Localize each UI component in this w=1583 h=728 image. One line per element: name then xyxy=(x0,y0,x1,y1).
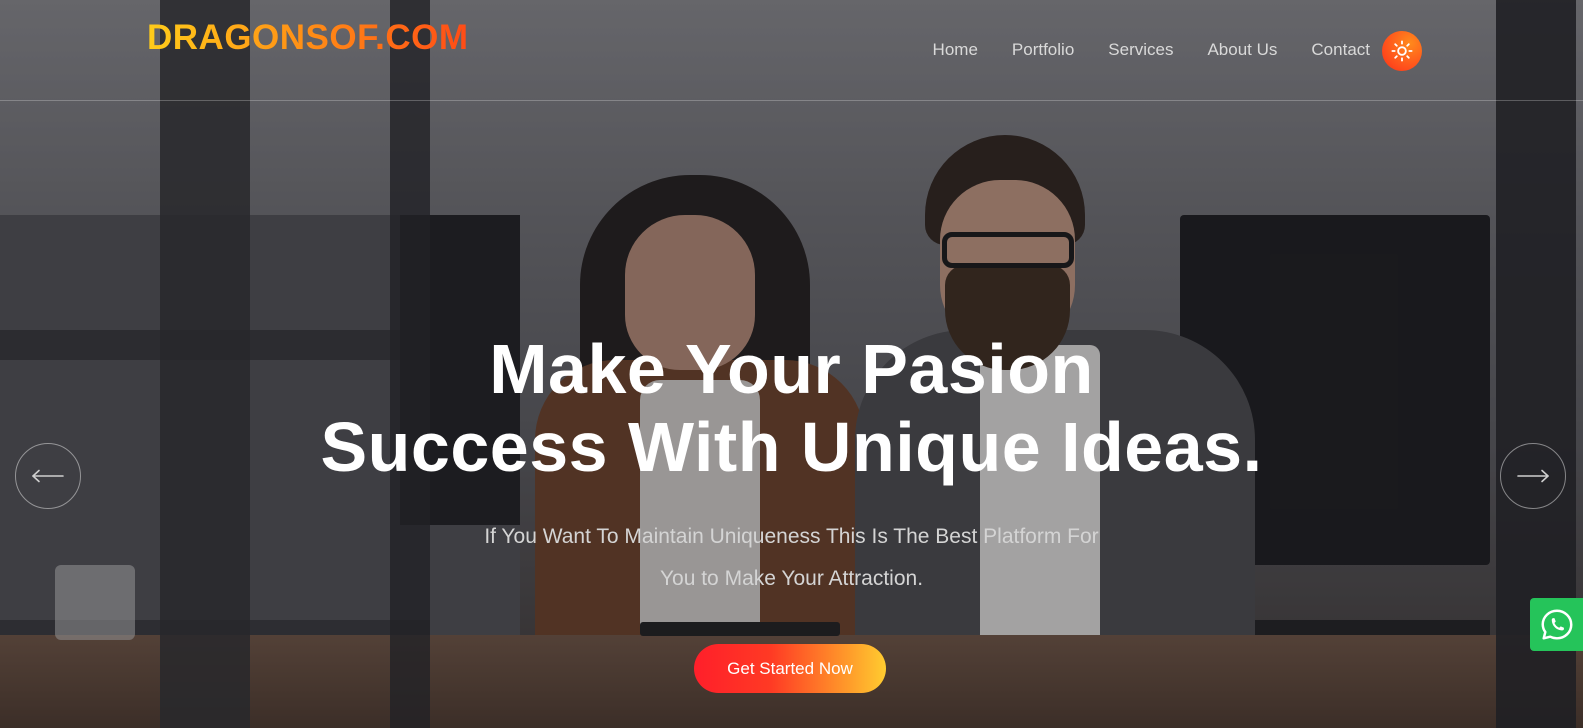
nav-item-about-us[interactable]: About Us xyxy=(1207,40,1277,60)
nav-item-home[interactable]: Home xyxy=(933,40,978,60)
site-logo[interactable]: DRAGONSOF.COM xyxy=(147,18,469,58)
hero-headline: Make Your Pasion Success With Unique Ide… xyxy=(0,330,1583,486)
hero-content: Make Your Pasion Success With Unique Ide… xyxy=(0,330,1583,600)
nav-item-portfolio[interactable]: Portfolio xyxy=(1012,40,1074,60)
main-nav: Home Portfolio Services About Us Contact xyxy=(933,40,1370,60)
hero-subtext: If You Want To Maintain Uniqueness This … xyxy=(0,516,1583,600)
hero-headline-line-1: Make Your Pasion xyxy=(489,330,1094,408)
hero-headline-line-2: Success With Unique Ideas. xyxy=(320,408,1263,486)
nav-item-contact[interactable]: Contact xyxy=(1311,40,1370,60)
nav-item-services[interactable]: Services xyxy=(1108,40,1173,60)
hero-subtext-line-1: If You Want To Maintain Uniqueness This … xyxy=(484,525,1099,548)
chat-widget-button[interactable] xyxy=(1530,598,1583,651)
site-header: DRAGONSOF.COM Home Portfolio Services Ab… xyxy=(0,0,1583,101)
sun-icon xyxy=(1391,40,1413,62)
get-started-button[interactable]: Get Started Now xyxy=(694,644,886,693)
whatsapp-icon xyxy=(1541,609,1572,640)
hero-subtext-line-2: You to Make Your Attraction. xyxy=(659,567,924,590)
theme-toggle-button[interactable] xyxy=(1382,31,1422,71)
